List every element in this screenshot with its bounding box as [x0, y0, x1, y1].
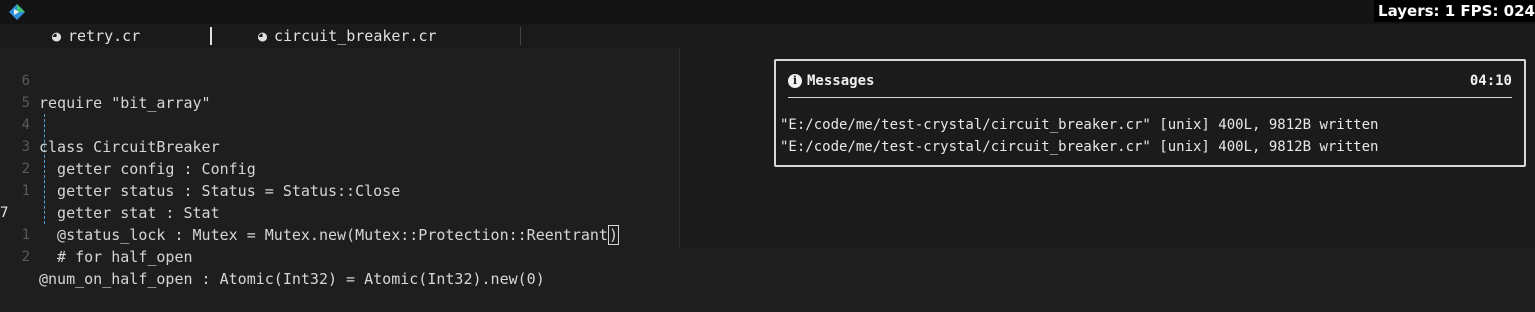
crystal-file-icon: ◕ [258, 27, 268, 45]
tab-separator [210, 27, 212, 45]
code-line[interactable]: 2 getter status : Status = Status::Close [0, 136, 679, 200]
messages-panel: i Messages 04:10 "E:/code/me/test-crystal… [774, 59, 1526, 167]
messages-header: i Messages 04:10 [788, 69, 1512, 93]
message-item: "E:/code/me/test-crystal/circuit_breaker… [780, 139, 1379, 155]
tab-separator [520, 27, 521, 45]
neovide-logo-icon [9, 4, 25, 20]
code-line[interactable]: 1 # for half_open [0, 202, 679, 266]
code-line-current[interactable]: 7 @status_lock : Mutex = Mutex.new(Mutex… [0, 180, 679, 245]
code-line[interactable]: 6 require "bit_array" [0, 48, 679, 112]
code-line[interactable]: 3 getter config : Config [0, 114, 679, 178]
tab-label: circuit_breaker.cr [274, 27, 437, 45]
code-line[interactable]: 1 getter stat : Stat [0, 158, 679, 222]
title-bar: Layers: 1 FPS: 024 [0, 0, 1535, 24]
messages-title: Messages [807, 73, 875, 89]
tab-label: retry.cr [68, 27, 141, 45]
messages-time: 04:10 [1469, 73, 1512, 89]
tab-circuit-breaker[interactable]: ◕ circuit_breaker.cr [258, 24, 437, 48]
message-item: "E:/code/me/test-crystal/circuit_breaker… [780, 117, 1379, 133]
fps-overlay: Layers: 1 FPS: 024 [1374, 0, 1535, 22]
code-text: # for half_open [39, 248, 193, 266]
crystal-file-icon: ◕ [52, 27, 62, 45]
tab-retry[interactable]: ◕ retry.cr [52, 24, 140, 48]
line-number: 2 [21, 249, 30, 265]
tab-bar: ◕ retry.cr ◕ circuit_breaker.cr [0, 24, 1535, 48]
code-line[interactable]: 4 class CircuitBreaker [0, 92, 679, 156]
code-line[interactable]: 5 [0, 70, 679, 111]
editor-pane[interactable]: 6 require "bit_array" 5 4 class CircuitB… [0, 48, 680, 288]
code-line[interactable]: 2 @num_on_half_open : Atomic(Int32) = At… [0, 224, 679, 288]
messages-divider [788, 97, 1512, 98]
code-text: @num_on_half_open : Atomic(Int32) = Atom… [39, 270, 545, 288]
info-icon: i [788, 74, 802, 88]
